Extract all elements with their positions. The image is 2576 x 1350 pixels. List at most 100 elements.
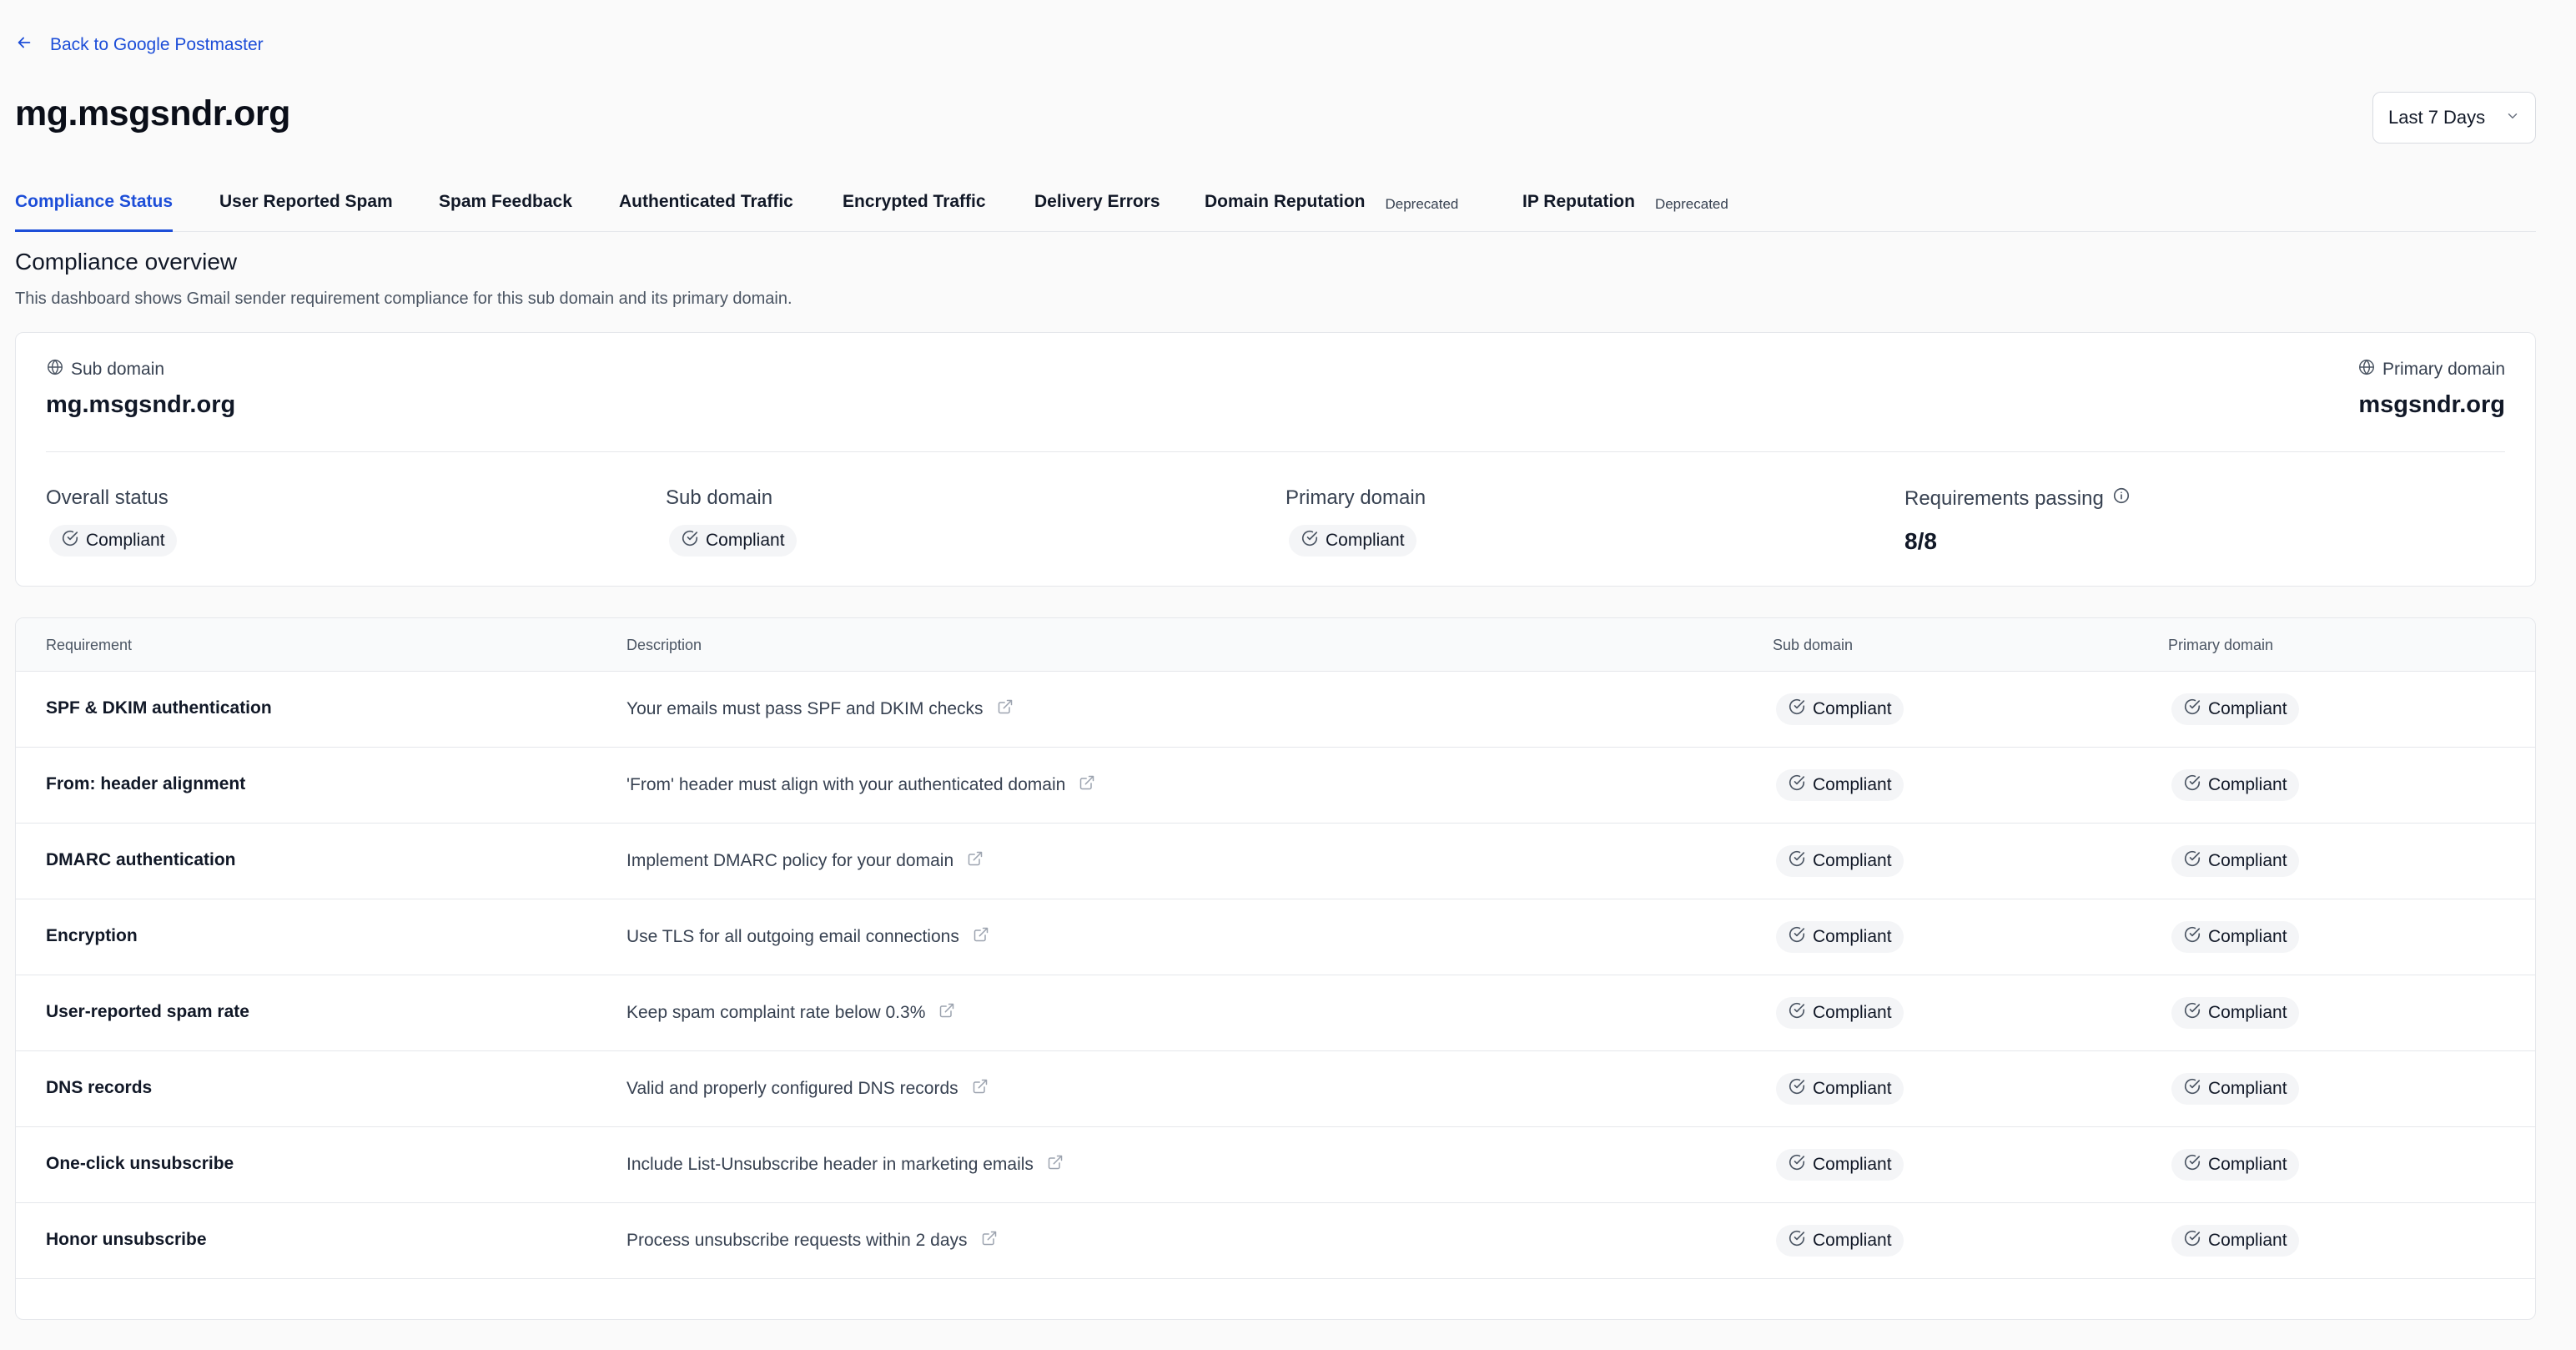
requirement-description[interactable]: Include List-Unsubscribe header in marke… [626,1154,1064,1176]
tab-label: Spam Feedback [439,192,572,211]
check-circle-icon [1788,1077,1806,1101]
requirements-table: Requirement Description Sub domain Prima… [15,617,2536,1320]
table-row: One-click unsubscribe Include List-Unsub… [16,1127,2535,1203]
external-link-icon[interactable] [997,698,1014,720]
sub-domain-label: Sub domain [46,358,164,381]
primary-status-badge: Compliant [1289,525,1416,557]
badge-text: Compliant [1813,699,1892,718]
tab-encrypted-traffic[interactable]: Encrypted Traffic [843,189,986,232]
tab-label: Compliance Status [15,192,174,211]
primary-domain-value: msgsndr.org [2358,391,2505,418]
description-text: Valid and properly configured DNS record… [626,1079,958,1098]
tab-spam-feedback[interactable]: Spam Feedback [439,189,572,232]
check-circle-icon [61,529,79,552]
external-link-icon[interactable] [967,850,984,872]
label-text: Requirements passing [1904,486,2104,510]
requirement-description[interactable]: Keep spam complaint rate below 0.3% [626,1002,955,1024]
sub-domain-status-badge: Compliant [1776,997,1904,1029]
external-link-icon[interactable] [1079,774,1095,796]
tab-domain-reputation[interactable]: Domain Reputation Deprecated [1205,189,1458,232]
check-circle-icon [1788,925,1806,949]
description-text: Process unsubscribe requests within 2 da… [626,1231,968,1250]
description-text: Include List-Unsubscribe header in marke… [626,1155,1034,1174]
sub-domain-status-badge: Compliant [1776,1225,1904,1257]
sub-domain-status-badge: Compliant [1776,1073,1904,1105]
arrow-left-icon [15,33,33,57]
primary-domain-label: Primary domain [2357,358,2505,381]
check-circle-icon [1788,1229,1806,1252]
external-link-icon[interactable] [938,1002,955,1024]
sub-status-label: Sub domain [666,486,773,509]
check-circle-icon [2183,925,2201,949]
requirement-name: DMARC authentication [46,850,236,869]
tab-authenticated-traffic[interactable]: Authenticated Traffic [619,189,793,232]
deprecated-badge: Deprecated [1654,196,1728,212]
requirement-description[interactable]: Process unsubscribe requests within 2 da… [626,1230,998,1252]
external-link-icon[interactable] [1047,1154,1064,1176]
requirements-passing-value: 8/8 [1904,528,1937,554]
tab-bar: Compliance Status User Reported Spam Spa… [15,189,2536,232]
primary-domain-status-badge: Compliant [2171,1225,2299,1257]
badge-text: Compliant [2208,775,2287,794]
primary-domain-status-badge: Compliant [2171,769,2299,801]
table-row: DNS records Valid and properly configure… [16,1051,2535,1127]
primary-domain-status-badge: Compliant [2171,845,2299,877]
requirement-description[interactable]: Implement DMARC policy for your domain [626,850,984,872]
back-link-label: Back to Google Postmaster [50,35,264,54]
primary-domain-status-badge: Compliant [2171,921,2299,953]
tab-compliance-status[interactable]: Compliance Status [15,189,174,232]
table-header: Requirement Description Sub domain Prima… [16,618,2535,672]
description-text: 'From' header must align with your authe… [626,775,1066,794]
header-requirement: Requirement [46,637,133,653]
external-link-icon[interactable] [973,926,989,948]
badge-text: Compliant [1813,851,1892,870]
primary-domain-status-badge: Compliant [2171,997,2299,1029]
table-row: DMARC authentication Implement DMARC pol… [16,824,2535,899]
back-link[interactable]: Back to Google Postmaster [15,33,264,57]
requirement-name: One-click unsubscribe [46,1154,234,1173]
overview-description: This dashboard shows Gmail sender requir… [15,290,792,308]
check-circle-icon [1788,849,1806,873]
badge-text: Compliant [2208,699,2287,718]
primary-status-label: Primary domain [1285,486,1426,509]
check-circle-icon [2183,698,2201,721]
requirement-description[interactable]: Your emails must pass SPF and DKIM check… [626,698,1014,720]
tab-ip-reputation[interactable]: IP Reputation Deprecated [1522,189,1728,232]
date-range-select[interactable]: Last 7 Days [2372,92,2536,144]
requirement-name: SPF & DKIM authentication [46,698,272,718]
badge-text: Compliant [2208,851,2287,870]
tab-user-reported-spam[interactable]: User Reported Spam [219,189,393,232]
overall-status-label: Overall status [46,486,169,509]
requirement-name: Encryption [46,926,138,945]
tab-delivery-errors[interactable]: Delivery Errors [1034,189,1160,232]
globe-icon [2357,358,2376,381]
globe-icon [46,358,64,381]
requirement-name: DNS records [46,1078,153,1097]
requirement-name: Honor unsubscribe [46,1230,207,1249]
tab-label: IP Reputation [1522,192,1635,211]
page-title: mg.msgsndr.org [15,93,290,133]
badge-text: Compliant [1813,927,1892,946]
check-circle-icon [1788,698,1806,721]
requirement-description[interactable]: 'From' header must align with your authe… [626,774,1095,796]
description-text: Use TLS for all outgoing email connectio… [626,927,959,946]
check-circle-icon [1788,1001,1806,1025]
table-row: User-reported spam rate Keep spam compla… [16,975,2535,1051]
badge-text: Compliant [2208,1079,2287,1098]
requirement-description[interactable]: Valid and properly configured DNS record… [626,1078,989,1100]
description-text: Implement DMARC policy for your domain [626,851,954,870]
label-text: Primary domain [2382,360,2505,379]
requirements-passing-label: Requirements passing [1904,486,2131,511]
check-circle-icon [2183,1153,2201,1176]
check-circle-icon [2183,1001,2201,1025]
table-row: Honor unsubscribe Process unsubscribe re… [16,1203,2535,1279]
tab-label: Domain Reputation [1205,192,1366,211]
requirement-description[interactable]: Use TLS for all outgoing email connectio… [626,926,989,948]
badge-text: Compliant [1813,1231,1892,1250]
badge-text: Compliant [2208,1003,2287,1022]
info-icon[interactable] [2112,486,2131,511]
external-link-icon[interactable] [981,1230,998,1252]
label-text: Sub domain [71,360,165,379]
external-link-icon[interactable] [972,1078,989,1100]
header-description: Description [626,637,702,653]
